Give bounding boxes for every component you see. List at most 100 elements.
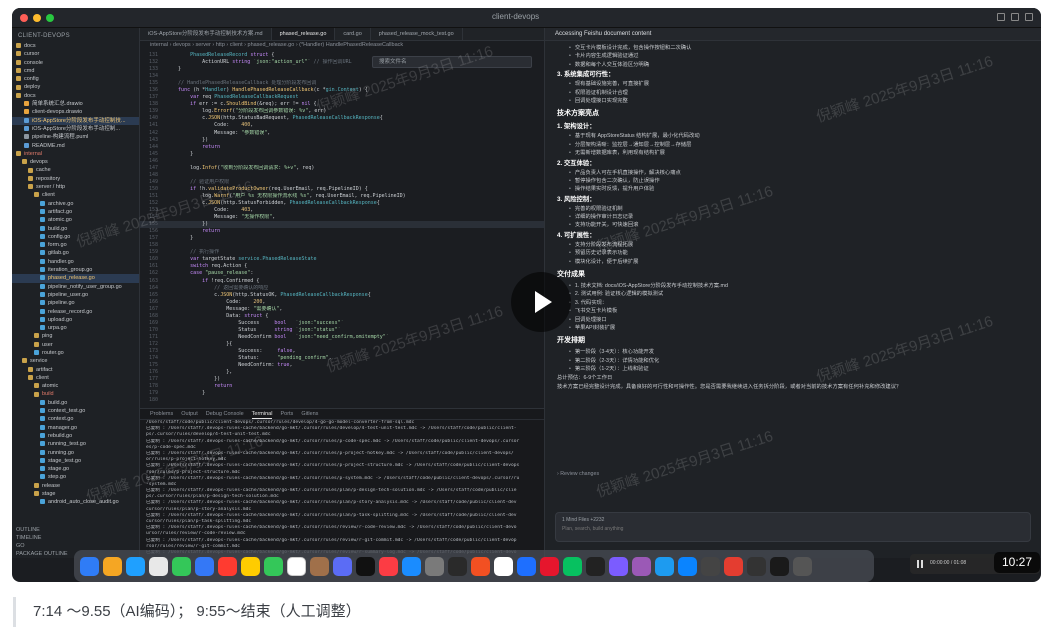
tree-folder[interactable]: release <box>12 482 139 490</box>
tree-file[interactable]: gitlab.go <box>12 249 139 257</box>
tab-phased-release[interactable]: phased_release.go <box>271 28 336 40</box>
tree-file[interactable]: atomic.go <box>12 216 139 224</box>
mail-icon[interactable] <box>195 556 214 576</box>
doc-bullet[interactable]: 1. 技术文档: docs/iOS-AppStore分阶段发布手动控制技术方案.… <box>557 282 1031 290</box>
tree-file[interactable]: 简单系统汇总.drawio <box>12 100 139 108</box>
folder-icon[interactable] <box>310 556 329 576</box>
office-icon[interactable] <box>471 556 490 576</box>
netease-icon[interactable] <box>540 556 559 576</box>
review-changes-link[interactable]: › Review changes <box>557 471 599 477</box>
tree-file[interactable]: archive.go <box>12 200 139 208</box>
tree-folder[interactable]: deploy <box>12 83 139 91</box>
tree-file[interactable]: stage.go <box>12 465 139 473</box>
tree-file[interactable]: iteration_group.go <box>12 266 139 274</box>
tab-gitlens[interactable]: Gitlens <box>301 409 318 419</box>
chrome-app-icon[interactable] <box>494 556 513 576</box>
finder-icon[interactable] <box>80 556 99 576</box>
tab-debug-console[interactable]: Debug Console <box>206 409 244 419</box>
tree-file[interactable]: rebuild.go <box>12 432 139 440</box>
terminal-output[interactable]: /Users/staff/code/public/client-devops/.… <box>140 420 544 556</box>
tree-file[interactable]: client-devops.drawio <box>12 108 139 116</box>
code-area[interactable]: 131 PhasedReleaseRecord struct { 132 Act… <box>140 50 544 404</box>
tree-folder[interactable]: stage <box>12 490 139 498</box>
chat-input[interactable]: 1 Mind Files +2232 Plan, search, build a… <box>555 512 1031 542</box>
feishu-icon[interactable] <box>517 556 536 576</box>
tree-folder[interactable]: ping <box>12 332 139 340</box>
tree-folder[interactable]: docs <box>12 92 139 100</box>
tree-folder[interactable]: build <box>12 390 139 398</box>
messages-icon[interactable] <box>172 556 191 576</box>
app-icon[interactable] <box>678 556 697 576</box>
tree-folder[interactable]: atomic <box>12 382 139 390</box>
video-player[interactable]: client-devops CLIENT-DEVOPS docs cursor co… <box>12 8 1041 582</box>
tree-file[interactable]: context.go <box>12 415 139 423</box>
tree-file[interactable]: phased_release.go <box>12 274 139 283</box>
tree-folder[interactable]: client <box>12 191 139 199</box>
tab-ports[interactable]: Ports <box>280 409 293 419</box>
toggle-layout-icon[interactable] <box>1025 13 1033 21</box>
tree-file[interactable]: pipeline_user.go <box>12 291 139 299</box>
tree-file[interactable]: upload.go <box>12 316 139 324</box>
tree-folder[interactable]: cache <box>12 166 139 174</box>
tree-file[interactable]: step.go <box>12 473 139 481</box>
photos-icon[interactable] <box>218 556 237 576</box>
calendar-icon[interactable] <box>287 556 306 576</box>
terminal-icon[interactable] <box>448 556 467 576</box>
trash-icon[interactable] <box>793 556 812 576</box>
tree-file[interactable]: context_test.go <box>12 407 139 415</box>
tree-folder[interactable]: docs <box>12 42 139 50</box>
toggle-panel-icon[interactable] <box>1011 13 1019 21</box>
tree-folder[interactable]: artifact <box>12 366 139 374</box>
tree-file[interactable]: stage_test.go <box>12 457 139 465</box>
tree-file[interactable]: release_record.go <box>12 308 139 316</box>
tree-file[interactable]: pipeline.go <box>12 299 139 307</box>
tree-file[interactable]: README.md <box>12 142 139 150</box>
facetime-icon[interactable] <box>264 556 283 576</box>
close-window-icon[interactable] <box>20 14 28 22</box>
music-icon[interactable] <box>379 556 398 576</box>
tree-file[interactable]: router.go <box>12 349 139 357</box>
tree-file[interactable]: handler.go <box>12 258 139 266</box>
cursor-icon[interactable] <box>586 556 605 576</box>
tree-file[interactable]: running_test.go <box>12 440 139 448</box>
safari-icon[interactable] <box>126 556 145 576</box>
tree-folder[interactable]: console <box>12 59 139 67</box>
tree-folder[interactable]: client <box>12 374 139 382</box>
tree-file[interactable]: config.go <box>12 233 139 241</box>
tree-folder[interactable]: server / http <box>12 183 139 191</box>
appstore-icon[interactable] <box>402 556 421 576</box>
wechat-icon[interactable] <box>563 556 582 576</box>
tree-folder[interactable]: cmd <box>12 67 139 75</box>
launchpad-icon[interactable] <box>103 556 122 576</box>
tree-file[interactable]: pipeline-构建流程.puml <box>12 133 139 141</box>
app-icon[interactable] <box>655 556 674 576</box>
maximize-window-icon[interactable] <box>46 14 54 22</box>
tree-file[interactable]: running.go <box>12 449 139 457</box>
system-prefs-icon[interactable] <box>425 556 444 576</box>
tree-folder[interactable]: repository <box>12 175 139 183</box>
notes-icon[interactable] <box>241 556 260 576</box>
tree-folder[interactable]: cursor <box>12 50 139 58</box>
tree-file[interactable]: iOS-AppStore分阶段发布手动控制技... <box>12 116 139 125</box>
timeline-section[interactable]: TIMELINE <box>12 534 139 542</box>
tab-problems[interactable]: Problems <box>150 409 173 419</box>
tab-terminal[interactable]: Terminal <box>251 409 273 419</box>
tree-file[interactable]: build.go <box>12 225 139 233</box>
app-icon[interactable] <box>632 556 651 576</box>
appletv-icon[interactable] <box>356 556 375 576</box>
outline-section[interactable]: OUTLINE <box>12 526 139 534</box>
app-icon[interactable] <box>770 556 789 576</box>
settings-icon[interactable] <box>333 556 352 576</box>
tree-folder[interactable]: user <box>12 341 139 349</box>
tree-file[interactable]: artifact.go <box>12 208 139 216</box>
tab-card[interactable]: card.go <box>335 28 371 40</box>
tree-file[interactable]: android_auto_close_audit.go <box>12 498 139 506</box>
minimize-window-icon[interactable] <box>33 14 41 22</box>
tree-folder[interactable]: internal <box>12 150 139 158</box>
toggle-sidebar-icon[interactable] <box>997 13 1005 21</box>
tree-file[interactable]: build.go <box>12 399 139 407</box>
app-icon[interactable] <box>747 556 766 576</box>
tree-file[interactable]: urpa.go <box>12 324 139 332</box>
tab-mock-test[interactable]: phased_release_mock_test.go <box>371 28 463 40</box>
app-icon[interactable] <box>701 556 720 576</box>
